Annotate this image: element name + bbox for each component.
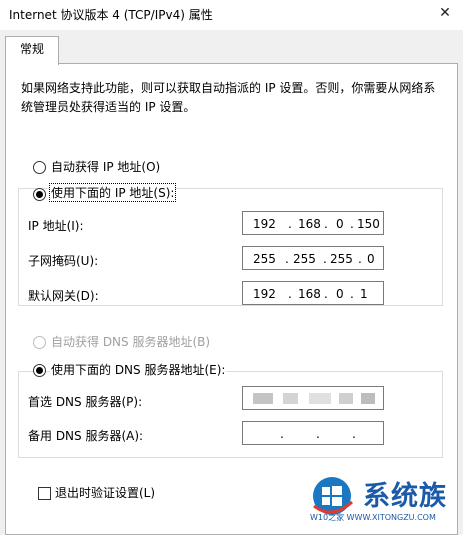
auto-dns-label: 自动获得 DNS 服务器地址(B)	[51, 335, 211, 349]
preferred-dns-label: 首选 DNS 服务器(P):	[28, 395, 143, 409]
ip-dot: .	[350, 287, 354, 301]
subnet-mask-input[interactable]: 255 . 255 . 255 . 0	[242, 246, 384, 270]
ip-octet: 192	[253, 217, 276, 231]
tab-general[interactable]: 常规	[5, 36, 59, 65]
ip-dot: .	[316, 427, 320, 441]
title-bar: Internet 协议版本 4 (TCP/IPv4) 属性 ✕	[0, 0, 463, 30]
radio-manual-ip[interactable]	[33, 188, 46, 201]
manual-ip-label: 使用下面的 IP 地址(S):	[48, 183, 177, 202]
radio-auto-dns	[33, 336, 46, 349]
ip-dot: .	[288, 287, 292, 301]
ip-dot: .	[280, 427, 284, 441]
window-title: Internet 协议版本 4 (TCP/IPv4) 属性	[9, 8, 213, 22]
watermark-brand: 系统族	[363, 481, 447, 512]
radio-auto-ip[interactable]	[33, 161, 46, 174]
ip-octet: 0	[336, 217, 344, 231]
ip-dot: .	[323, 252, 327, 266]
ip-octet: 255	[293, 252, 316, 266]
auto-ip-label: 自动获得 IP 地址(O)	[51, 160, 161, 174]
ip-octet: 168	[298, 287, 321, 301]
ip-dot: .	[324, 217, 328, 231]
ip-octet: 255	[253, 252, 276, 266]
tab-strip: 常规	[0, 30, 463, 65]
watermark-logo: 系统族 W10之家 WWW.XITONGZU.COM	[310, 466, 463, 525]
ip-octet: 1	[360, 287, 368, 301]
validate-checkbox[interactable]	[38, 487, 51, 500]
ip-dot: .	[324, 287, 328, 301]
ip-dot: .	[285, 252, 289, 266]
ip-octet: 255	[330, 252, 353, 266]
obscured-block	[339, 393, 353, 404]
description-text: 如果网络支持此功能，则可以获取自动指派的 IP 设置。否则，你需要从网络系统管理…	[21, 81, 436, 114]
ip-octet: 150	[357, 217, 380, 231]
obscured-block	[283, 393, 298, 404]
ip-octet: 168	[298, 217, 321, 231]
ip-dot: .	[288, 217, 292, 231]
ip-dot: .	[352, 427, 356, 441]
ip-dot: .	[350, 217, 354, 231]
ip-address-input[interactable]: 192 . 168 . 0 . 150	[242, 211, 384, 235]
radio-manual-dns[interactable]	[33, 364, 46, 377]
obscured-block	[253, 393, 273, 404]
ip-dot: .	[358, 252, 362, 266]
gateway-label: 默认网关(D):	[28, 289, 99, 303]
gateway-input[interactable]: 192 . 168 . 0 . 1	[242, 281, 384, 305]
ip-octet: 192	[253, 287, 276, 301]
close-button[interactable]: ✕	[432, 2, 458, 24]
obscured-block	[309, 393, 331, 404]
ip-address-label: IP 地址(I):	[28, 219, 84, 233]
ip-octet: 0	[367, 252, 375, 266]
obscured-block	[361, 393, 375, 404]
alternate-dns-label: 备用 DNS 服务器(A):	[28, 429, 144, 443]
general-panel: 如果网络支持此功能，则可以获取自动指派的 IP 设置。否则，你需要从网络系统管理…	[5, 63, 458, 535]
validate-label: 退出时验证设置(L)	[55, 486, 156, 500]
manual-dns-label: 使用下面的 DNS 服务器地址(E):	[50, 361, 227, 378]
preferred-dns-input[interactable]	[242, 386, 384, 410]
subnet-mask-label: 子网掩码(U):	[28, 254, 99, 268]
alternate-dns-input[interactable]: . . .	[242, 421, 384, 445]
watermark-site: W10之家 WWW.XITONGZU.COM	[310, 513, 436, 522]
ip-octet: 0	[336, 287, 344, 301]
